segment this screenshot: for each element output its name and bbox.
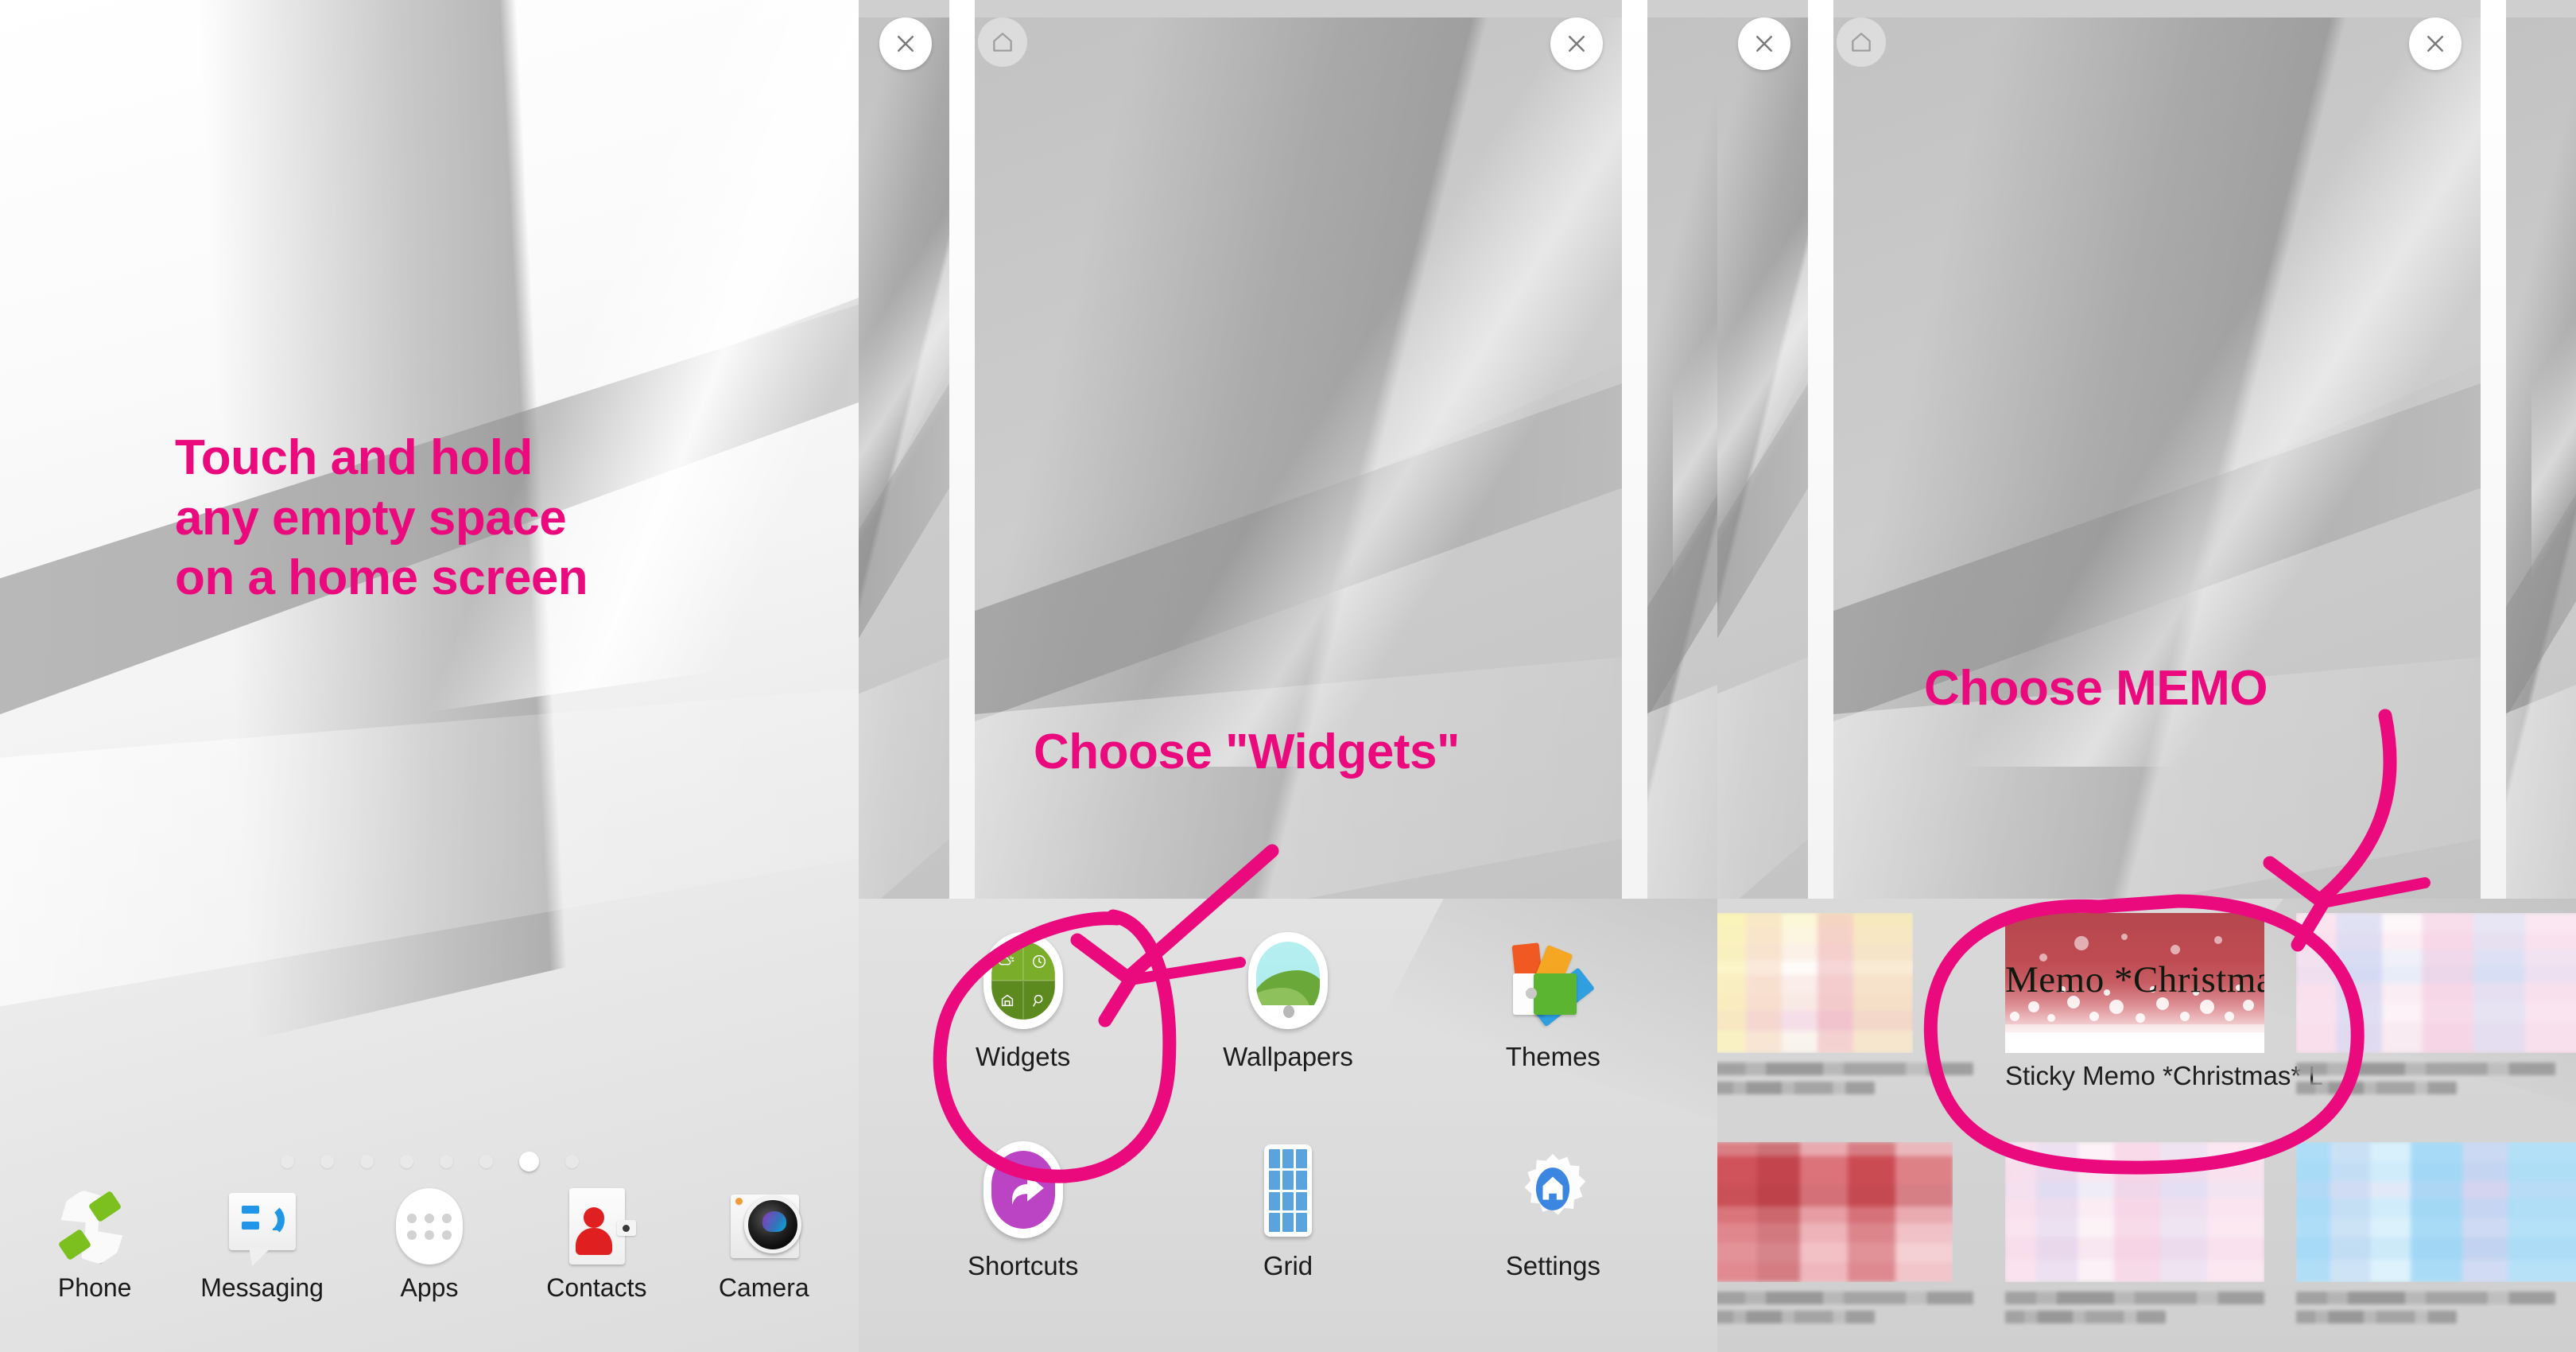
tray-item-grid[interactable]: Grid <box>1155 1129 1420 1338</box>
widget-thumbnail <box>1717 1142 1953 1282</box>
page-dot[interactable] <box>439 1155 453 1168</box>
page-dot[interactable] <box>479 1155 493 1168</box>
thumbnail-gap <box>2481 0 2506 899</box>
dock-item-apps[interactable]: Apps <box>358 1185 501 1303</box>
dock-label: Contacts <box>546 1273 647 1302</box>
widget-thumbnail <box>2005 1142 2264 1282</box>
widget-item[interactable] <box>1717 913 1973 1098</box>
dock-item-camera[interactable]: Camera <box>692 1185 836 1303</box>
widget-label <box>2296 1063 2555 1098</box>
widget-item-sticky-memo-christmas[interactable]: Memo *Christmas* Sticky Memo *Christmas*… <box>2005 913 2323 1098</box>
home-icon[interactable] <box>978 17 1027 67</box>
messaging-icon <box>221 1185 304 1268</box>
home-edit-tray: Widgets Wallpapers Themes Shortcuts Grid… <box>859 899 1717 1352</box>
tray-item-themes[interactable]: Themes <box>1421 919 1686 1129</box>
widget-list: Memo *Christmas* Sticky Memo *Christmas*… <box>1717 899 2576 1352</box>
widget-label <box>2005 1292 2264 1327</box>
home-wallpaper <box>0 0 859 1352</box>
tray-item-settings[interactable]: Settings <box>1421 1129 1686 1338</box>
widget-label <box>2296 1292 2555 1327</box>
annotation-touch-and-hold: Touch and hold any empty space on a home… <box>175 430 588 606</box>
close-icon[interactable] <box>1550 17 1603 70</box>
shortcuts-icon <box>979 1140 1068 1241</box>
widgets-icon <box>979 930 1068 1032</box>
widget-picker-panel: Memo *Christmas* Sticky Memo *Christmas*… <box>1717 0 2576 1352</box>
themes-icon <box>1508 930 1597 1032</box>
close-icon[interactable] <box>2409 17 2462 70</box>
settings-gear-icon <box>1508 1140 1597 1241</box>
page-dot[interactable] <box>280 1155 294 1168</box>
dock-item-messaging[interactable]: Messaging <box>191 1185 334 1303</box>
page-dot[interactable] <box>320 1155 334 1168</box>
page-preview-stage <box>1717 0 2576 899</box>
close-icon[interactable] <box>879 17 932 70</box>
tray-item-wallpapers[interactable]: Wallpapers <box>1155 919 1420 1129</box>
dock-label: Apps <box>400 1273 459 1302</box>
home-dock: Phone Messaging Apps Contacts Camera <box>0 1185 859 1352</box>
thumbnail-gap <box>949 0 975 899</box>
annotation-choose-memo: Choose MEMO <box>1924 661 2268 716</box>
widget-item[interactable] <box>1717 1142 1973 1327</box>
apps-grid-icon <box>388 1185 471 1268</box>
widget-item[interactable] <box>2296 913 2576 1098</box>
home-screen-panel: Touch and hold any empty space on a home… <box>0 0 859 1352</box>
thumbnail-gap <box>1808 0 1833 899</box>
thumbnail-gap <box>1622 0 1647 899</box>
page-thumbnail-right[interactable] <box>2503 17 2576 899</box>
widget-label-memo: Sticky Memo *Christmas* L <box>2005 1061 2323 1090</box>
widget-label <box>1717 1063 1973 1098</box>
widget-label <box>1717 1292 1973 1327</box>
widget-thumbnail <box>2296 913 2576 1053</box>
tray-label: Settings <box>1505 1251 1600 1280</box>
widget-thumbnail <box>2296 1142 2576 1282</box>
annotation-choose-widgets: Choose "Widgets" <box>1034 725 1460 779</box>
tray-label: Grid <box>1263 1251 1313 1280</box>
page-thumbnail-left[interactable] <box>1717 17 1808 899</box>
tray-label: Shortcuts <box>967 1251 1079 1280</box>
page-thumbnail-right[interactable] <box>1644 17 1717 899</box>
widget-thumbnail-title: Memo *Christmas* <box>2005 959 2264 1001</box>
home-edit-panel: Widgets Wallpapers Themes Shortcuts Grid… <box>859 0 1717 1352</box>
close-icon[interactable] <box>1738 17 1790 70</box>
tray-item-shortcuts[interactable]: Shortcuts <box>890 1129 1155 1338</box>
dock-label: Camera <box>718 1273 809 1302</box>
tray-label: Wallpapers <box>1223 1042 1353 1071</box>
page-dot-active[interactable] <box>518 1152 539 1171</box>
camera-icon <box>723 1185 805 1268</box>
dock-item-contacts[interactable]: Contacts <box>525 1185 668 1303</box>
page-thumbnail-left[interactable] <box>859 17 949 899</box>
tray-item-widgets[interactable]: Widgets <box>890 919 1155 1129</box>
wallpaper-sheen <box>193 0 859 732</box>
screenshot-root: Touch and hold any empty space on a home… <box>0 0 2576 1352</box>
page-dot[interactable] <box>399 1155 413 1168</box>
widget-row <box>1717 1142 2576 1327</box>
contacts-icon <box>555 1185 638 1268</box>
page-indicator <box>0 1152 859 1171</box>
tray-label: Themes <box>1505 1042 1600 1071</box>
widget-item[interactable] <box>2296 1142 2576 1327</box>
home-icon[interactable] <box>1837 17 1886 67</box>
widget-row: Memo *Christmas* Sticky Memo *Christmas*… <box>1717 913 2576 1098</box>
tray-label: Widgets <box>976 1042 1071 1071</box>
page-dot[interactable] <box>564 1155 579 1168</box>
grid-icon <box>1243 1140 1333 1241</box>
page-dot[interactable] <box>359 1155 374 1168</box>
dock-label: Phone <box>57 1273 132 1302</box>
widget-thumbnail <box>1717 913 1913 1053</box>
wallpapers-icon <box>1243 930 1333 1032</box>
widget-thumbnail-memo: Memo *Christmas* <box>2005 913 2264 1053</box>
widget-item[interactable] <box>2005 1142 2264 1327</box>
dock-label: Messaging <box>200 1273 324 1302</box>
page-thumbnail-center[interactable] <box>1830 17 2481 899</box>
phone-icon <box>53 1185 136 1268</box>
dock-item-phone[interactable]: Phone <box>23 1185 166 1303</box>
